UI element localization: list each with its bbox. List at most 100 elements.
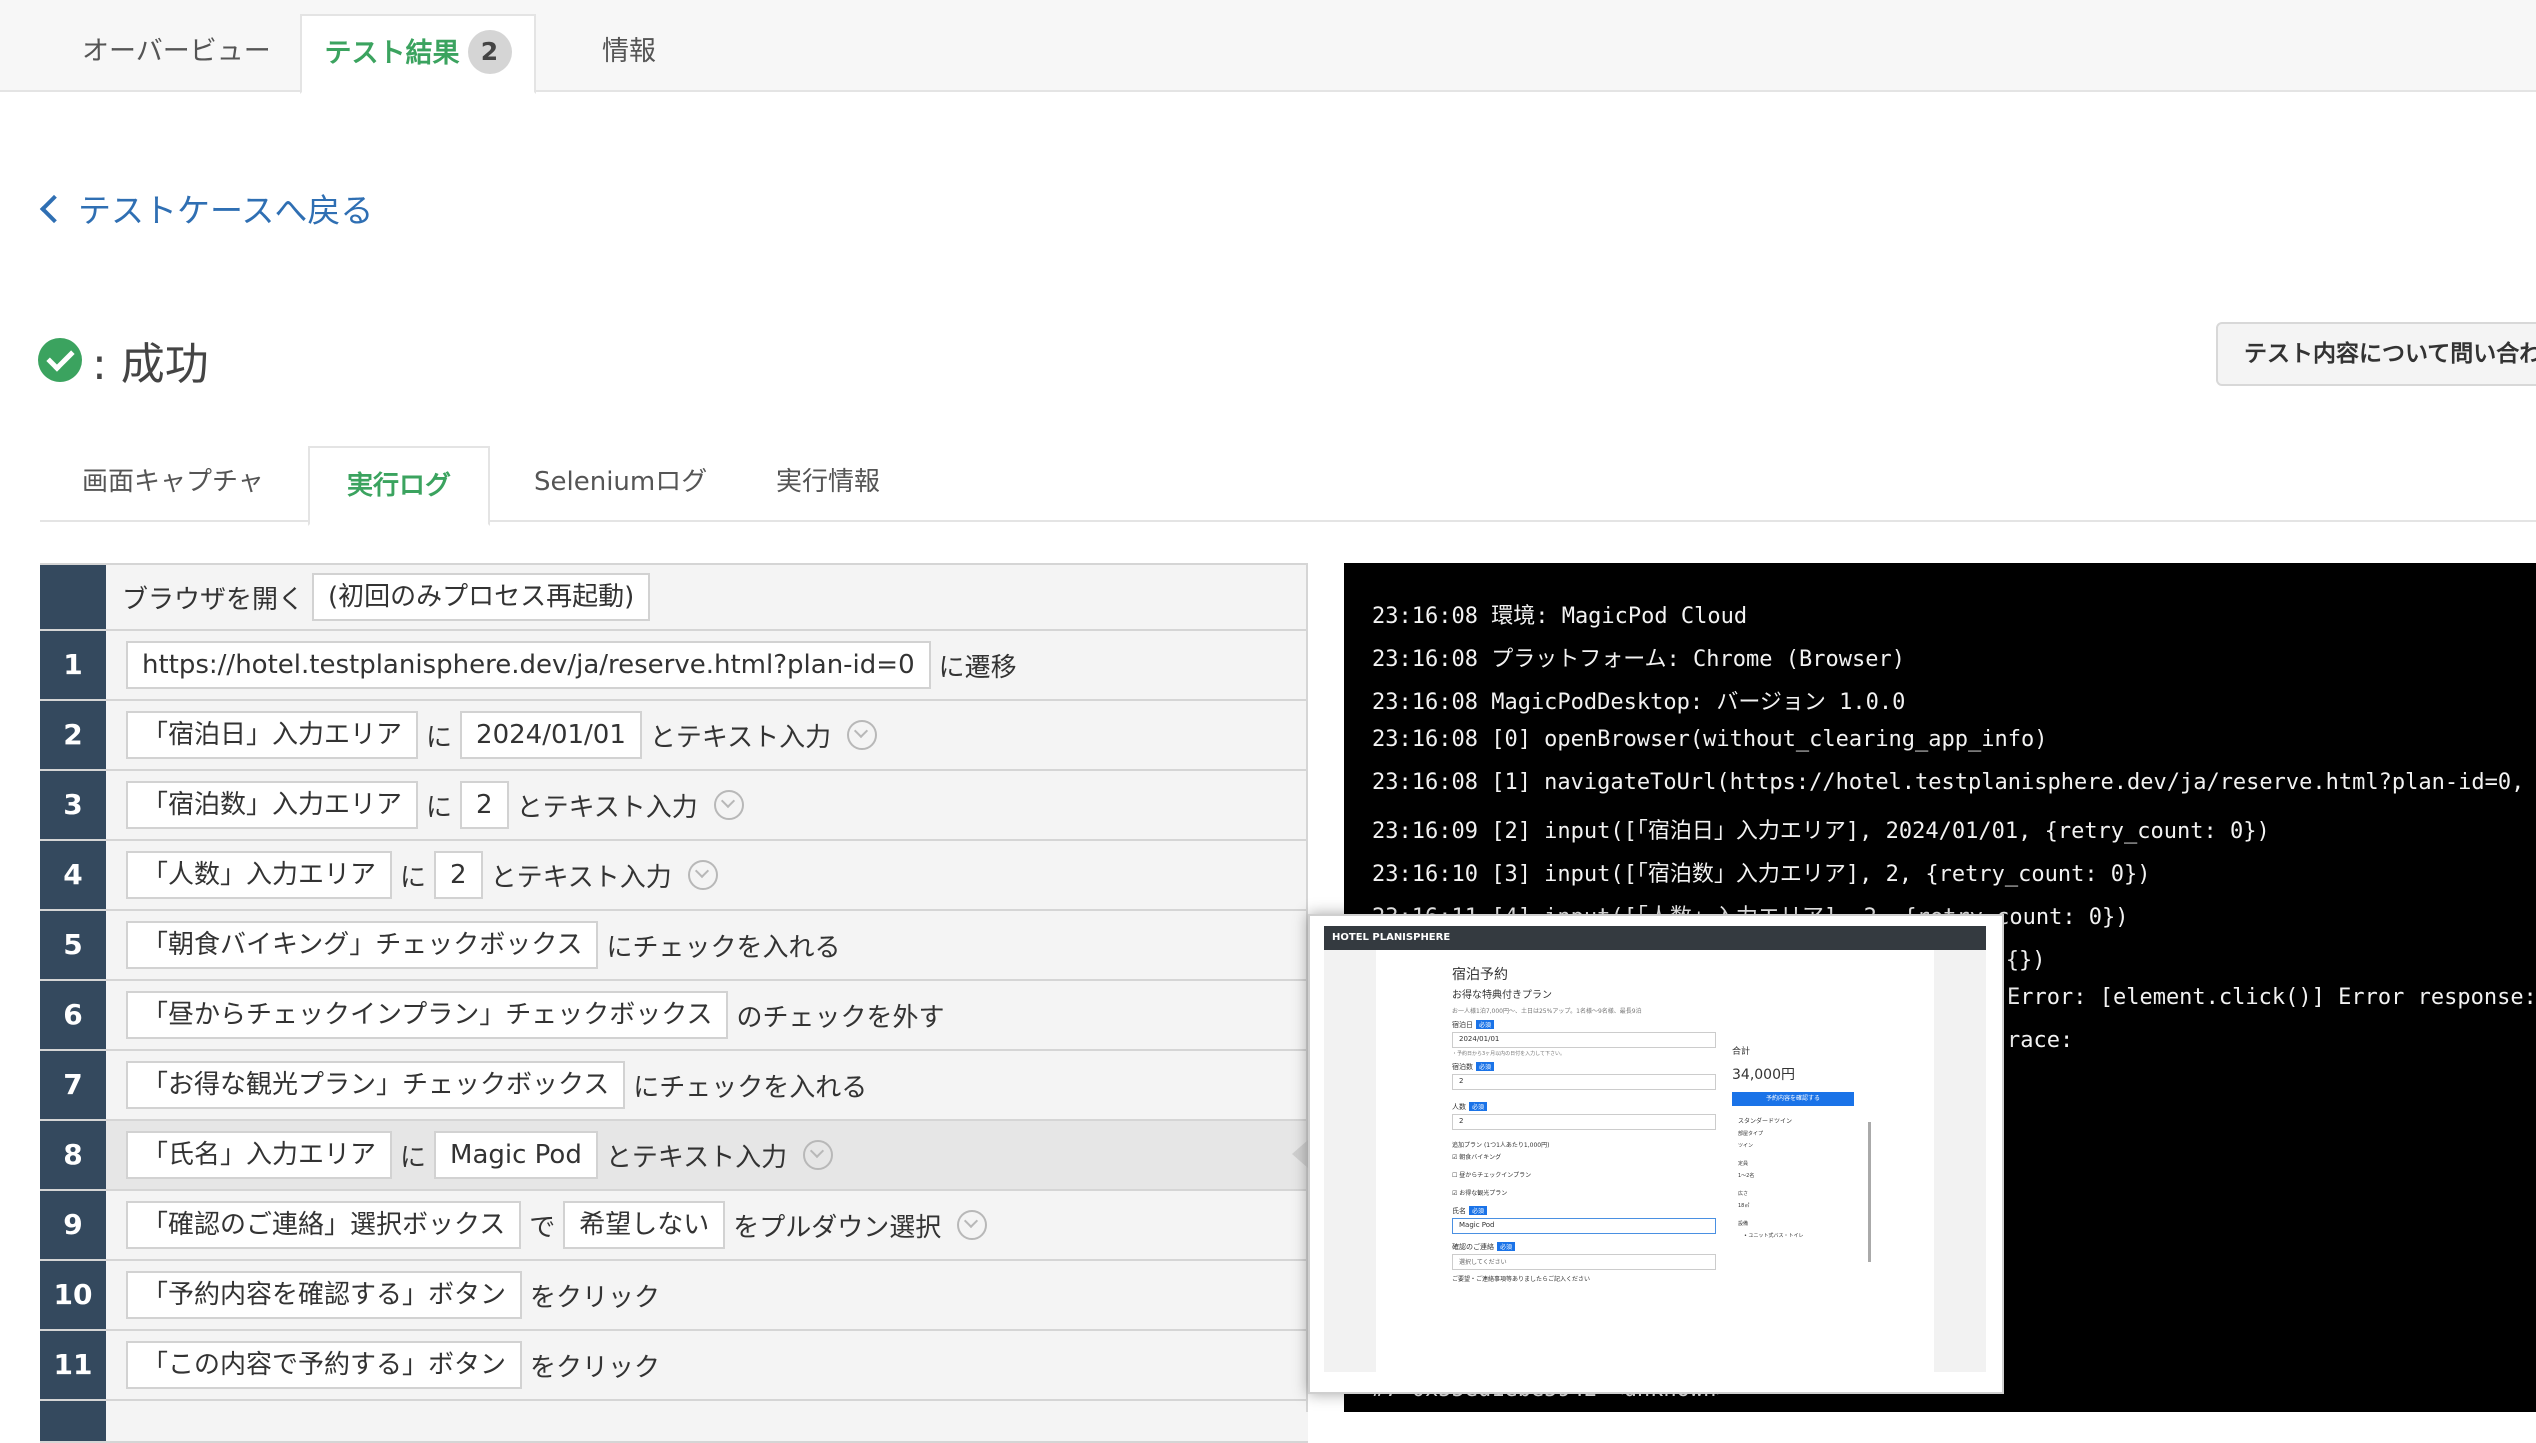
log-line: 23:16:08 MagicPodDesktop: バージョン 1.0.0 [1372, 690, 1906, 715]
step-param[interactable]: Magic Pod [434, 1131, 598, 1179]
preview-people-input: 2 [1452, 1114, 1716, 1130]
chevron-down-icon[interactable] [847, 720, 878, 750]
back-link-label: テストケースへ戻る [78, 191, 374, 230]
preview-plan: お得な特典付きプラン [1452, 990, 1552, 1001]
preview-image: HOTEL PLANISPHERE 宿泊予約 お得な特典付きプラン お一人様1泊… [1324, 926, 1986, 1372]
step-text: をプルダウン選択 [733, 1212, 942, 1243]
preview-option-3: ☑ お得な観光プラン [1452, 1190, 1508, 1197]
back-to-testcase-link[interactable]: テストケースへ戻る [38, 184, 373, 232]
step-target[interactable]: 「氏名」入力エリア [126, 1131, 393, 1179]
step-param[interactable]: 2 [434, 851, 483, 899]
step-row-5[interactable]: 5 「朝食バイキング」チェックボックス にチェックを入れる [40, 911, 1308, 981]
preview-title: 宿泊予約 [1452, 967, 1508, 983]
inquiry-button[interactable]: テスト内容について問い合わせ [2216, 322, 2536, 386]
screenshot-preview-popup[interactable]: HOTEL PLANISPHERE 宿泊予約 お得な特典付きプラン お一人様1泊… [1308, 914, 2004, 1394]
preview-capacity-label: 定員 [1738, 1161, 1749, 1167]
step-target[interactable]: 「朝食バイキング」チェックボックス [126, 921, 599, 969]
status-label: : 成功 [92, 339, 209, 390]
step-content: 「確認のご連絡」選択ボックス で 希望しない をプルダウン選択 [126, 1191, 988, 1259]
chevron-down-icon[interactable] [713, 790, 744, 820]
step-row-8[interactable]: 8 「氏名」入力エリア に Magic Pod とテキスト入力 [40, 1121, 1308, 1191]
step-target[interactable]: 「お得な観光プラン」チェックボックス [126, 1061, 626, 1109]
step-target[interactable]: 「人数」入力エリア [126, 851, 393, 899]
tab-info[interactable]: 情報 [602, 14, 656, 90]
result-status: : 成功 [38, 330, 209, 390]
step-text: に [400, 1142, 427, 1173]
step-text: にチェックを入れる [606, 932, 841, 963]
step-text: に [426, 722, 453, 753]
log-line: 23:16:08 プラットフォーム: Chrome (Browser) [1372, 647, 1905, 672]
step-target[interactable]: 「この内容で予約する」ボタン [126, 1341, 523, 1389]
step-row-11[interactable]: 11 「この内容で予約する」ボタン をクリック [40, 1331, 1308, 1401]
step-number: 4 [40, 841, 106, 909]
step-row-9[interactable]: 9 「確認のご連絡」選択ボックス で 希望しない をプルダウン選択 [40, 1191, 1308, 1261]
step-text: で [529, 1212, 556, 1243]
step-text: に遷移 [938, 652, 1017, 683]
tab-test-results[interactable]: テスト結果 2 [300, 14, 536, 94]
tab-info-label: 情報 [602, 36, 656, 67]
preview-total-label: 合計 [1732, 1047, 1751, 1057]
step-target[interactable]: 「確認のご連絡」選択ボックス [126, 1201, 522, 1249]
step-list: ブラウザを開く (初回のみプロセス再起動) 1 https://hotel.te… [40, 563, 1308, 1443]
step-number: 1 [40, 631, 106, 699]
preview-contact-note: ご要望・ご連絡事項等ありましたらご記入ください [1452, 1276, 1591, 1283]
step-number: 7 [40, 1051, 106, 1119]
tab-selenium-log[interactable]: Seleniumログ [534, 444, 707, 520]
step-number: 10 [40, 1261, 106, 1329]
tab-test-results-label: テスト結果 [324, 38, 460, 69]
preview-name-label: 氏名 必須 [1452, 1206, 1488, 1216]
log-line: 23:16:08 [1] navigateToUrl(https://hotel… [1372, 770, 2536, 795]
step-number [40, 565, 106, 629]
preview-size-value: 18㎡ [1738, 1203, 1750, 1209]
step-content: 「昼からチェックインプラン」チェックボックス のチェックを外す [126, 981, 952, 1049]
step-param[interactable]: (初回のみプロセス再起動) [312, 573, 651, 621]
step-text: をクリック [530, 1352, 661, 1383]
step-param[interactable]: 2024/01/01 [460, 711, 642, 759]
chevron-down-icon[interactable] [687, 860, 718, 890]
preview-page: 宿泊予約 お得な特典付きプラン お一人様1泊7,000円〜、土日は25%アップ。… [1376, 950, 1934, 1372]
step-text: とテキスト入力 [649, 722, 832, 753]
step-number: 5 [40, 911, 106, 979]
tab-overview-label: オーバービュー [82, 36, 271, 67]
step-row-4[interactable]: 4 「人数」入力エリア に 2 とテキスト入力 [40, 841, 1308, 911]
step-param[interactable]: 2 [460, 781, 509, 829]
tab-overview[interactable]: オーバービュー [82, 14, 271, 90]
step-row-0[interactable]: ブラウザを開く (初回のみプロセス再起動) [40, 563, 1308, 631]
step-target[interactable]: https://hotel.testplanisphere.dev/ja/res… [126, 641, 931, 689]
step-target[interactable]: 「宿泊日」入力エリア [126, 711, 419, 759]
step-row-2[interactable]: 2 「宿泊日」入力エリア に 2024/01/01 とテキスト入力 [40, 701, 1308, 771]
step-content: 「お得な観光プラン」チェックボックス にチェックを入れる [126, 1051, 875, 1119]
step-number [40, 1401, 106, 1441]
step-param[interactable]: 希望しない [563, 1201, 726, 1249]
result-count-badge: 2 [467, 29, 512, 74]
step-row-3[interactable]: 3 「宿泊数」入力エリア に 2 とテキスト入力 [40, 771, 1308, 841]
preview-date-input: 2024/01/01 [1452, 1032, 1716, 1048]
preview-scrollbar [1868, 1122, 1871, 1262]
step-text: に [400, 862, 427, 893]
step-text: に [426, 792, 453, 823]
preview-room-type-value: ツイン [1738, 1143, 1754, 1149]
tab-screen-capture[interactable]: 画面キャプチャ [82, 444, 264, 520]
step-row-10[interactable]: 10 「予約内容を確認する」ボタン をクリック [40, 1261, 1308, 1331]
step-target[interactable]: 「予約内容を確認する」ボタン [126, 1271, 523, 1319]
step-target[interactable]: 「昼からチェックインプラン」チェックボックス [126, 991, 729, 1039]
step-row-7[interactable]: 7 「お得な観光プラン」チェックボックス にチェックを入れる [40, 1051, 1308, 1121]
step-number: 3 [40, 771, 106, 839]
chevron-down-icon[interactable] [803, 1140, 834, 1170]
step-content: 「この内容で予約する」ボタン をクリック [126, 1331, 668, 1399]
step-text: とテキスト入力 [516, 792, 698, 823]
step-text: をクリック [530, 1282, 661, 1313]
step-row-12[interactable] [40, 1401, 1308, 1443]
tab-execution-log[interactable]: 実行ログ [308, 446, 490, 526]
step-content: 「人数」入力エリア に 2 とテキスト入力 [126, 841, 718, 909]
step-row-1[interactable]: 1 https://hotel.testplanisphere.dev/ja/r… [40, 631, 1308, 701]
popup-pointer [1292, 1140, 1308, 1168]
step-content: 「宿泊日」入力エリア に 2024/01/01 とテキスト入力 [126, 701, 878, 769]
chevron-down-icon[interactable] [957, 1210, 988, 1240]
preview-capacity-value: 1〜2名 [1738, 1173, 1755, 1179]
step-text: とテキスト入力 [605, 1142, 788, 1173]
step-text: のチェックを外す [736, 1002, 945, 1033]
step-target[interactable]: 「宿泊数」入力エリア [126, 781, 419, 829]
step-row-6[interactable]: 6 「昼からチェックインプラン」チェックボックス のチェックを外す [40, 981, 1308, 1051]
tab-execution-info[interactable]: 実行情報 [776, 444, 880, 520]
